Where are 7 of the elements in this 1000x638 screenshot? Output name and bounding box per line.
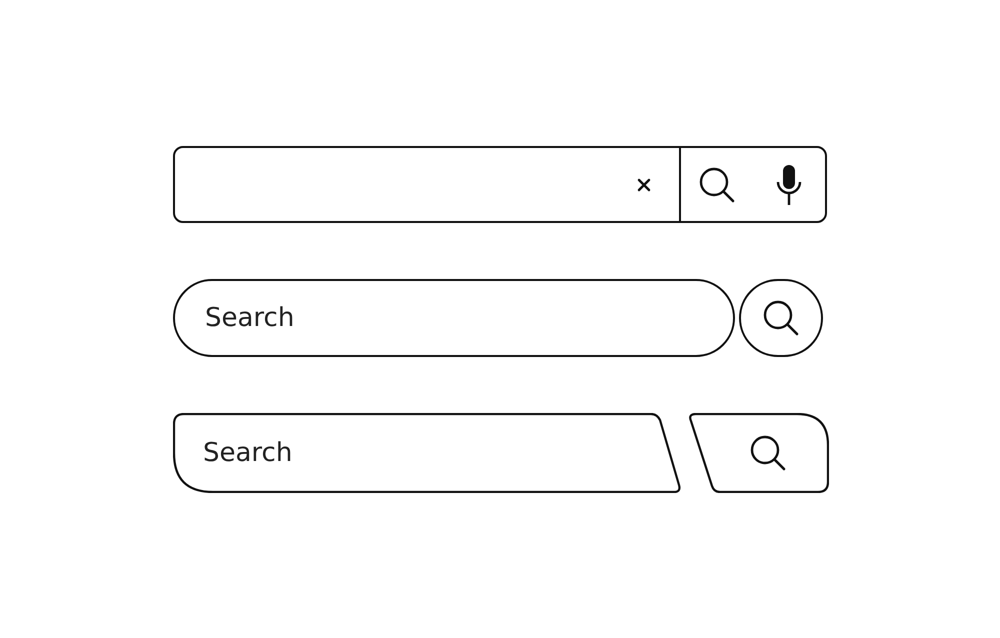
- search-icon: [761, 298, 801, 338]
- search-field[interactable]: Search: [173, 279, 735, 357]
- close-icon: [636, 178, 651, 192]
- search-field[interactable]: Search: [173, 413, 673, 493]
- search-icon: [748, 433, 788, 473]
- microphone-icon: [776, 162, 802, 206]
- search-button[interactable]: [687, 413, 829, 493]
